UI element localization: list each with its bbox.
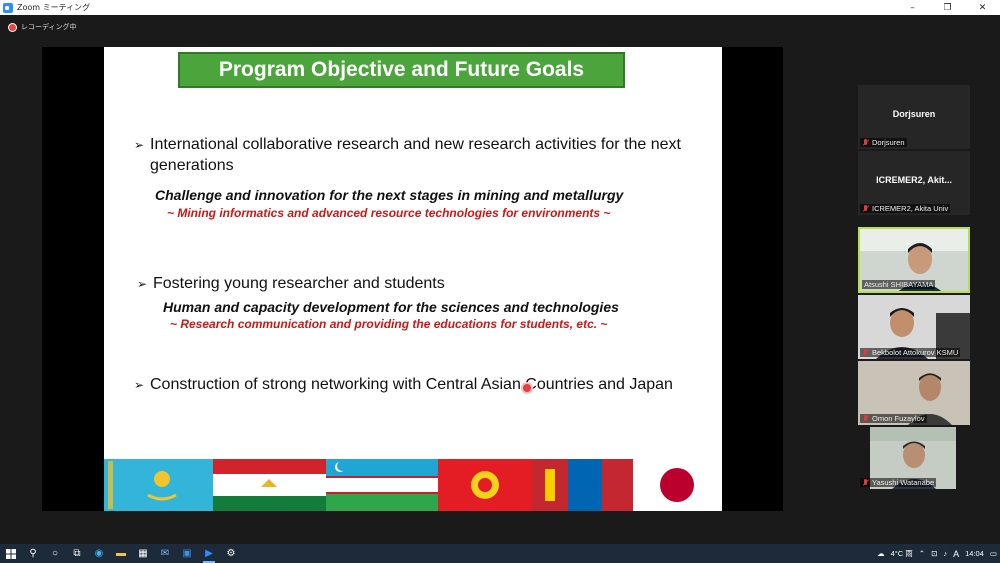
participant-tile[interactable]: Omon Fuzaylov bbox=[858, 361, 970, 425]
outlook-icon[interactable]: ▣ bbox=[176, 544, 198, 563]
weather-icon[interactable]: ☁ bbox=[877, 549, 885, 558]
mic-muted-icon bbox=[862, 414, 869, 423]
network-icon[interactable]: ⊡ bbox=[931, 549, 937, 558]
task-view-icon[interactable]: ⧉ bbox=[66, 544, 88, 563]
arrow-bullet-icon: ➢ bbox=[137, 277, 148, 291]
bullet-1: ➢ International collaborative research a… bbox=[134, 134, 694, 176]
meeting-area: レコーディング中 Program Objective and Future Go… bbox=[0, 15, 1000, 544]
notification-icon[interactable]: ▭ bbox=[990, 549, 997, 558]
tajikistan-flag bbox=[213, 459, 326, 511]
record-icon bbox=[8, 22, 17, 32]
cortana-icon[interactable]: ○ bbox=[44, 544, 66, 563]
windows-logo-icon bbox=[6, 548, 16, 559]
close-button[interactable]: ✕ bbox=[965, 0, 1000, 15]
zoom-app-icon bbox=[3, 2, 13, 13]
arrow-bullet-icon: ➢ bbox=[134, 378, 145, 392]
presentation-slide: Program Objective and Future Goals ➢ Int… bbox=[104, 47, 722, 511]
windows-taskbar: ⚲ ○ ⧉ ◉ ▬ ▦ ✉ ▣ ▶ ⚙ ☁ 4°C 雨 ⌃ ⊡ ♪ A 14:0… bbox=[0, 544, 1000, 563]
participant-tile[interactable]: Yasushi Watanabe bbox=[858, 427, 970, 489]
bullet-2: ➢ Fostering young researcher and student… bbox=[137, 273, 697, 295]
mic-muted-icon bbox=[862, 204, 869, 213]
clock[interactable]: 14:04 bbox=[965, 549, 984, 558]
participant-name-row: Dorjsuren bbox=[860, 138, 907, 147]
japan-flag bbox=[633, 459, 722, 511]
recording-label: レコーディング中 bbox=[21, 23, 77, 31]
restore-button[interactable]: ❐ bbox=[930, 0, 965, 15]
participant-name-row: Yasushi Watanabe bbox=[860, 478, 937, 487]
shared-screen: Program Objective and Future Goals ➢ Int… bbox=[42, 47, 783, 511]
participant-name-row: ICREMER2, Akita Univ bbox=[860, 204, 951, 213]
bullet-2-text: Fostering young researcher and students bbox=[153, 275, 445, 292]
file-explorer-icon[interactable]: ▬ bbox=[110, 544, 132, 563]
slide-title-box: Program Objective and Future Goals bbox=[178, 52, 625, 88]
arrow-bullet-icon: ➢ bbox=[134, 138, 145, 152]
bullet-3: ➢ Construction of strong networking with… bbox=[134, 374, 719, 396]
slide-title: Program Objective and Future Goals bbox=[218, 58, 585, 81]
edge-browser-icon[interactable]: ◉ bbox=[88, 544, 110, 563]
recording-indicator[interactable]: レコーディング中 bbox=[8, 22, 77, 32]
app-icon[interactable]: ⚙ bbox=[220, 544, 242, 563]
bullet-1-red-note: ~ Mining informatics and advanced resour… bbox=[167, 206, 611, 220]
mongolia-flag bbox=[532, 459, 633, 511]
participant-name-row: Omon Fuzaylov bbox=[860, 414, 927, 423]
search-icon[interactable]: ⚲ bbox=[22, 544, 44, 563]
participant-name: ICREMER2, Akita Univ bbox=[872, 204, 949, 213]
participant-display-name: Dorjsuren bbox=[892, 109, 936, 119]
participant-name-row: Atsushi SHIBAYAMA bbox=[862, 280, 936, 289]
participant-name: Bekbolot Attokurov KSMU bbox=[872, 348, 959, 357]
mic-muted-icon bbox=[862, 478, 869, 487]
bullet-1-text: International collaborative research and… bbox=[150, 136, 681, 174]
laser-pointer bbox=[523, 384, 531, 392]
bullet-1-subtitle: Challenge and innovation for the next st… bbox=[155, 187, 624, 203]
tray-chevron-up-icon[interactable]: ⌃ bbox=[919, 549, 925, 558]
uzbekistan-flag bbox=[326, 459, 438, 511]
window-title: Zoom ミーティング bbox=[17, 3, 91, 12]
participant-name: Omon Fuzaylov bbox=[872, 414, 925, 423]
mic-muted-icon bbox=[862, 138, 869, 147]
zoom-taskbar-icon[interactable]: ▶ bbox=[198, 544, 220, 563]
ime-indicator[interactable]: A bbox=[953, 549, 959, 559]
participant-tile[interactable]: Dorjsuren Dorjsuren bbox=[858, 85, 970, 149]
participant-name: Dorjsuren bbox=[872, 138, 905, 147]
weather-text[interactable]: 4°C 雨 bbox=[891, 548, 913, 559]
window-titlebar: Zoom ミーティング – ❐ ✕ bbox=[0, 0, 1000, 15]
participant-name: Yasushi Watanabe bbox=[872, 478, 935, 487]
system-tray: ☁ 4°C 雨 ⌃ ⊡ ♪ A 14:04 ▭ bbox=[874, 544, 1000, 563]
minimize-button[interactable]: – bbox=[895, 0, 930, 15]
kazakhstan-flag bbox=[104, 459, 213, 511]
kyrgyzstan-flag bbox=[438, 459, 532, 511]
bullet-3-text: Construction of strong networking with C… bbox=[150, 376, 673, 393]
participant-name: Atsushi SHIBAYAMA bbox=[864, 280, 934, 289]
mic-muted-icon bbox=[862, 348, 869, 357]
window-controls: – ❐ ✕ bbox=[895, 0, 1000, 15]
bullet-2-subtitle: Human and capacity development for the s… bbox=[163, 299, 619, 315]
volume-icon[interactable]: ♪ bbox=[943, 549, 947, 558]
flag-strip bbox=[104, 459, 722, 511]
participant-tile-active-speaker[interactable]: Atsushi SHIBAYAMA bbox=[858, 227, 970, 293]
start-button[interactable] bbox=[0, 544, 22, 563]
bullet-2-red-note: ~ Research communication and providing t… bbox=[170, 317, 608, 331]
calculator-icon[interactable]: ▦ bbox=[132, 544, 154, 563]
participant-tile[interactable]: Bekbolot Attokurov KSMU bbox=[858, 295, 970, 359]
mail-icon[interactable]: ✉ bbox=[154, 544, 176, 563]
participant-name-row: Bekbolot Attokurov KSMU bbox=[860, 348, 961, 357]
participant-tile[interactable]: ICREMER2, Akit... ICREMER2, Akita Univ bbox=[858, 151, 970, 215]
participant-display-name: ICREMER2, Akit... bbox=[876, 175, 952, 185]
